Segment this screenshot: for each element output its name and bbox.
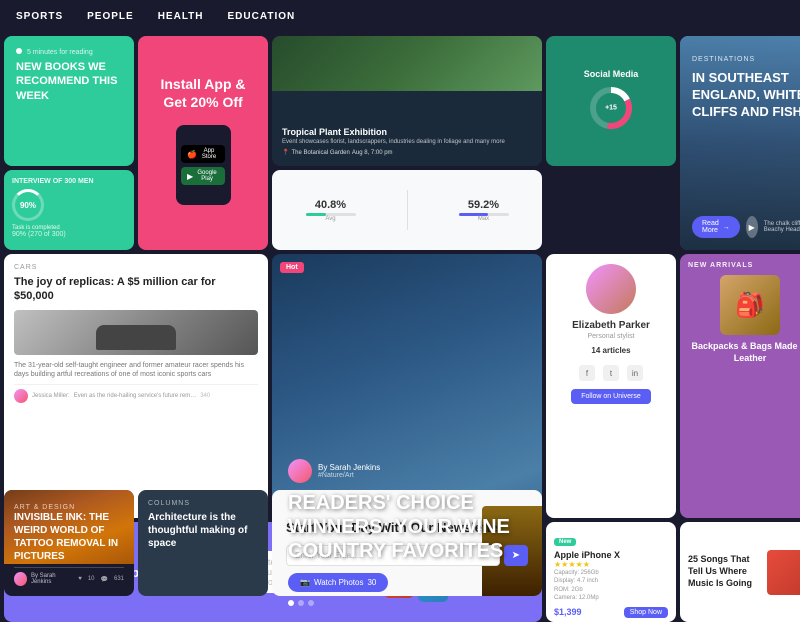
art-author-row: By Sarah Jenkins ♥ 10 💬 631 xyxy=(14,567,124,586)
card-tropical[interactable]: Tropical Plant Exhibition Event showcase… xyxy=(272,36,542,166)
hot-badge: Hot xyxy=(280,262,304,273)
facebook-icon[interactable]: f xyxy=(579,365,595,381)
task-progress: 90% (270 of 300) xyxy=(12,231,126,238)
donut-chart: +15 xyxy=(586,83,636,133)
card-arrivals[interactable]: NEW ARRIVALS 🎒 Backpacks & Bags Made of … xyxy=(680,254,800,518)
cars-desc: The 31-year-old self-taught engineer and… xyxy=(14,361,258,381)
card-stats: 40.8% Avg 59.2% Max xyxy=(272,170,542,250)
author-sub: #Nature/Art xyxy=(318,472,380,479)
watch-photos-button[interactable]: 📷 Watch Photos 30 xyxy=(288,573,388,592)
stat-2-value: 59.2% xyxy=(459,199,509,211)
arrow-icon: → xyxy=(723,224,730,231)
play-icon: ▶ xyxy=(187,172,193,181)
price: $1,399 xyxy=(554,607,582,617)
arrivals-tag: NEW ARRIVALS xyxy=(688,262,800,269)
location-icon: 📍 xyxy=(282,149,289,156)
tropical-location: 📍 The Botanical Garden Aug 8, 7:00 pm xyxy=(282,149,532,156)
dot-3 xyxy=(308,600,314,606)
stat-2-label: Max xyxy=(459,216,509,222)
author-avatar xyxy=(288,459,312,483)
social-title: Social Media xyxy=(584,69,639,79)
card-cars[interactable]: CARS The joy of replicas: A $5 million c… xyxy=(4,254,268,518)
read-count: 340 xyxy=(200,393,210,399)
empty-col5 xyxy=(680,490,800,596)
author-name: Jessica Miller: xyxy=(32,393,70,399)
elizabeth-articles: 14 articles xyxy=(591,346,630,355)
follow-button[interactable]: Follow on Universe xyxy=(571,389,651,404)
stat-1: 40.8% Avg xyxy=(306,199,356,222)
card-social-media: Social Media +15 xyxy=(546,36,676,166)
author-snippet: Even as the ride-hailing service's futur… xyxy=(74,393,197,399)
shop-now-button[interactable]: Shop Now xyxy=(624,607,668,618)
tropical-desc: Event showcases florist, landscrappers, … xyxy=(282,139,532,145)
price-row: $1,399 Shop Now xyxy=(554,607,668,618)
camera-icon: 📷 xyxy=(300,578,310,587)
tropical-title: Tropical Plant Exhibition xyxy=(282,127,532,137)
author-row: Jessica Miller: Even as the ride-hailing… xyxy=(14,384,258,403)
donut-label: +15 xyxy=(605,105,617,112)
backpack-image: 🎒 xyxy=(720,275,780,335)
elizabeth-avatar xyxy=(586,264,636,314)
install-title: Install App & Get 20% Off xyxy=(150,75,256,111)
nav-people[interactable]: PEOPLE xyxy=(87,11,134,22)
read-more-button[interactable]: Read More → xyxy=(692,216,740,238)
art-metrics: ♥ 10 💬 631 xyxy=(78,576,124,583)
twitter-icon[interactable]: t xyxy=(603,365,619,381)
nav-health[interactable]: HEALTH xyxy=(158,11,204,22)
columns-category: COLUMNS xyxy=(148,500,258,507)
books-tag: 5 minutes for reading xyxy=(16,48,122,56)
nav-sports[interactable]: SPORTS xyxy=(16,11,63,22)
phone-mockup: 🍎 App Store ▶ Google Play xyxy=(176,125,231,205)
art-title: INVISIBLE INK: THE WEIRD WORLD OF TATTOO… xyxy=(14,511,124,563)
stat-1-label: Avg xyxy=(306,216,356,222)
caption-text: The chalk cliff of Beachy Head xyxy=(764,221,800,233)
apple-icon: 🍎 xyxy=(187,150,197,159)
dot-2 xyxy=(298,600,304,606)
card-books[interactable]: 5 minutes for reading NEW BOOKS WE RECOM… xyxy=(4,36,134,166)
cars-title: The joy of replicas: A $5 million car fo… xyxy=(14,275,258,304)
readers-title: READERS' CHOICE WINNERS: YOUR WINE COUNT… xyxy=(288,491,526,563)
author-name: By Sarah Jenkins xyxy=(318,463,380,472)
dot-1 xyxy=(288,600,294,606)
art-author: By Sarah Jenkins xyxy=(31,573,74,585)
play-button[interactable]: ▶ xyxy=(746,216,758,238)
social-links: f t in xyxy=(579,365,643,381)
google-play-btn[interactable]: ▶ Google Play xyxy=(181,167,225,185)
card-destinations[interactable]: DESTINATIONS IN SOUTHEAST ENGLAND, WHITE… xyxy=(680,36,800,250)
card-art-design[interactable]: ART & DESIGN INVISIBLE INK: THE WEIRD WO… xyxy=(4,490,134,596)
card-install-app[interactable]: Install App & Get 20% Off 🍎 App Store ▶ … xyxy=(138,36,268,250)
empty-col4 xyxy=(546,490,676,596)
card-columns[interactable]: COLUMNS Architecture is the thoughtful m… xyxy=(138,490,268,596)
comments-icon: 💬 xyxy=(101,576,108,583)
app-store-btn[interactable]: 🍎 App Store xyxy=(181,145,225,163)
elizabeth-role: Personal stylist xyxy=(587,333,634,340)
author-info: By Sarah Jenkins #Nature/Art xyxy=(288,459,526,483)
destinations-title: IN SOUTHEAST ENGLAND, WHITE CLIFFS AND F… xyxy=(692,70,800,121)
progress-circle: 90% xyxy=(12,189,44,221)
columns-title: Architecture is the thoughtful making of… xyxy=(148,511,258,550)
elizabeth-name: Elizabeth Parker xyxy=(572,320,650,331)
cars-category: CARS xyxy=(14,264,258,271)
stat-1-value: 40.8% xyxy=(306,199,356,211)
nav-education[interactable]: EDUCATION xyxy=(228,11,296,22)
destinations-tag: DESTINATIONS xyxy=(692,56,755,63)
author-avatar xyxy=(14,389,28,403)
top-navigation: SPORTS PEOPLE HEALTH EDUCATION xyxy=(0,0,800,32)
interview-tag: INTERVIEW OF 300 MEN xyxy=(12,178,126,185)
books-title: NEW BOOKS WE RECOMMEND THIS WEEK xyxy=(16,60,122,103)
stat-2: 59.2% Max xyxy=(459,199,509,222)
pagination xyxy=(288,600,526,606)
art-category: ART & DESIGN xyxy=(14,504,124,511)
arrivals-item: Backpacks & Bags Made of Leather xyxy=(688,341,800,364)
art-author-avatar xyxy=(14,572,27,586)
card-elizabeth[interactable]: Elizabeth Parker Personal stylist 14 art… xyxy=(546,254,676,518)
car-image xyxy=(14,310,258,355)
card-interview: INTERVIEW OF 300 MEN 90% Task is complet… xyxy=(4,170,134,250)
likes-icon: ♥ xyxy=(78,576,82,583)
linkedin-icon[interactable]: in xyxy=(627,365,643,381)
